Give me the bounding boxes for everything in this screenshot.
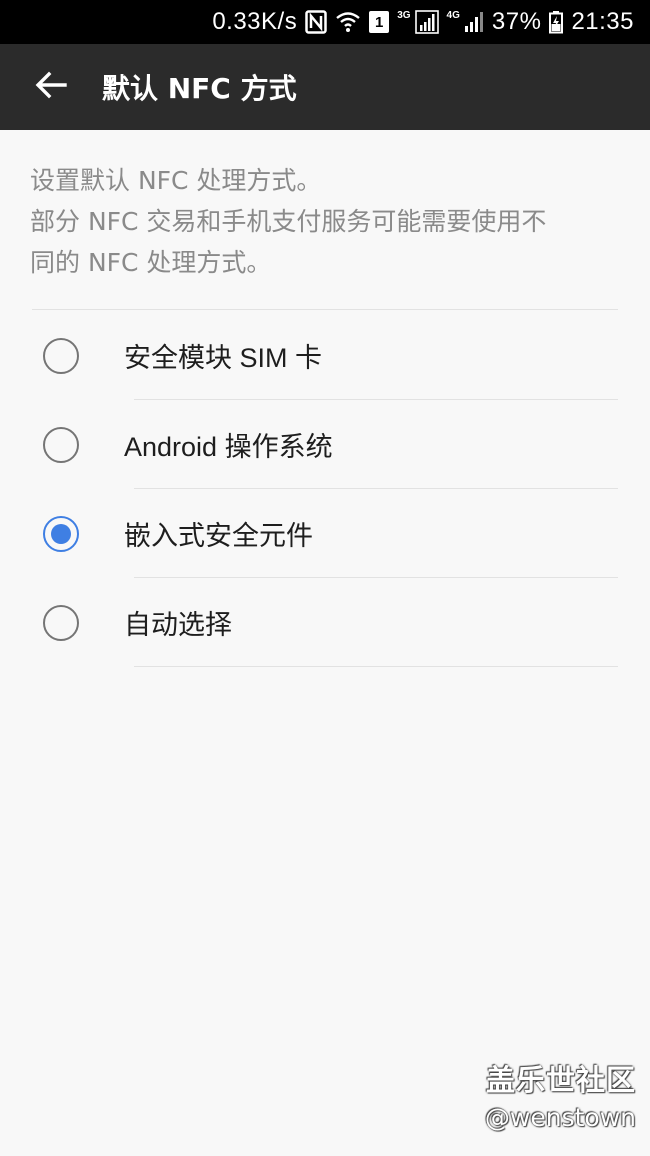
- description-line-1: 设置默认 NFC 处理方式。: [30, 166, 322, 195]
- network-3g-label: 3G: [397, 10, 411, 21]
- description-line-3: 同的 NFC 处理方式。: [30, 248, 272, 277]
- wifi-icon: [335, 9, 361, 35]
- option-divider: [134, 666, 618, 667]
- signal-4g-icon: [464, 9, 484, 35]
- description-line-2: 部分 NFC 交易和手机支付服务可能需要使用不: [30, 207, 547, 236]
- watermark: 盖乐世社区 @wenstown: [485, 1057, 636, 1132]
- option-auto-select[interactable]: 自动选择: [0, 578, 650, 667]
- back-button[interactable]: [26, 62, 76, 112]
- battery-icon: [549, 9, 564, 35]
- clock: 21:35: [571, 8, 634, 35]
- radio-button[interactable]: [43, 337, 79, 374]
- net-speed: 0.33K/s: [212, 8, 298, 35]
- section-divider: [32, 309, 618, 310]
- description-text: 设置默认 NFC 处理方式。 部分 NFC 交易和手机支付服务可能需要使用不 同…: [30, 160, 620, 283]
- radio-button[interactable]: [43, 426, 79, 463]
- app-bar: 默认 NFC 方式: [0, 44, 650, 130]
- page-title: 默认 NFC 方式: [102, 72, 297, 105]
- option-label: 嵌入式安全元件: [124, 521, 313, 551]
- watermark-handle: @wenstown: [484, 1103, 636, 1132]
- sim-slot-badge: 1: [369, 11, 390, 33]
- battery-percent: 37%: [491, 8, 542, 35]
- option-label: Android 操作系统: [124, 432, 333, 462]
- option-embedded-secure-element[interactable]: 嵌入式安全元件: [0, 489, 650, 578]
- option-label: 安全模块 SIM 卡: [124, 343, 323, 373]
- radio-button[interactable]: [43, 604, 79, 641]
- arrow-left-icon: [35, 71, 67, 103]
- signal-3g-icon: [414, 9, 439, 35]
- option-sim-card[interactable]: 安全模块 SIM 卡: [0, 311, 650, 400]
- option-label: 自动选择: [124, 610, 232, 640]
- radio-button-selected[interactable]: [43, 515, 79, 552]
- watermark-title: 盖乐世社区: [485, 1063, 636, 1097]
- option-android-os[interactable]: Android 操作系统: [0, 400, 650, 489]
- status-bar: 0.33K/s 1 3G 4G 37% 21:35: [0, 0, 650, 44]
- network-4g-label: 4G: [446, 10, 460, 21]
- nfc-icon: [305, 9, 327, 35]
